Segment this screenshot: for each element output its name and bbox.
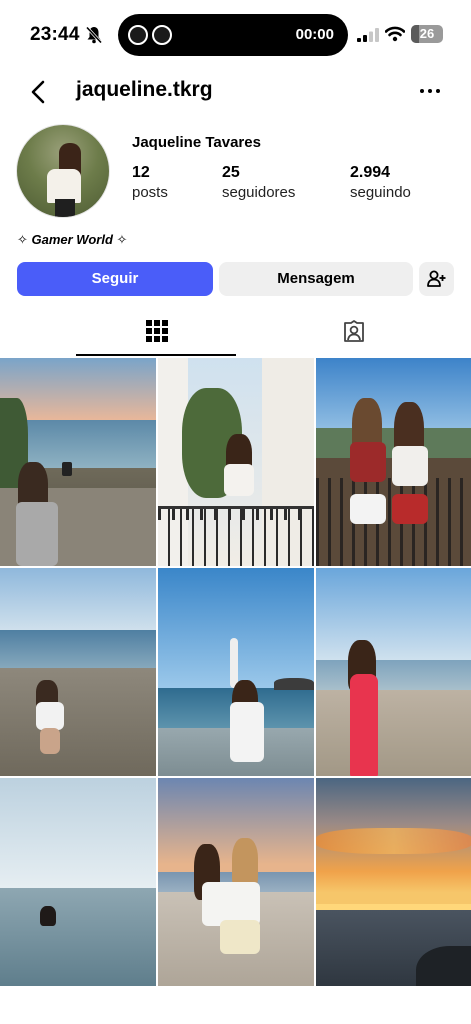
cellular-signal-icon: [357, 28, 379, 42]
stat-posts-label: posts: [132, 184, 168, 201]
post-thumbnail[interactable]: [158, 568, 314, 776]
post-thumbnail[interactable]: [158, 778, 314, 986]
profile-username: jaqueline.tkrg: [76, 78, 213, 101]
stat-followers-label: seguidores: [222, 184, 296, 201]
stat-followers[interactable]: 25 seguidores: [222, 164, 295, 201]
tab-tagged[interactable]: [272, 310, 432, 356]
profile-bio: ✧ Gamer World ✧: [17, 232, 128, 247]
stat-following[interactable]: 2.994 seguindo: [350, 164, 411, 201]
app-logo-icon: [152, 25, 172, 45]
stat-followers-value: 25: [222, 164, 240, 181]
battery-indicator: 26: [411, 25, 443, 43]
island-timer: 00:00: [295, 26, 334, 43]
status-bar: 23:44 00:00 26: [0, 0, 471, 66]
posts-grid: [0, 358, 471, 986]
stat-posts[interactable]: 12 posts: [132, 164, 168, 201]
avatar[interactable]: [16, 124, 110, 218]
profile-tabs: [0, 310, 471, 358]
post-thumbnail[interactable]: [316, 568, 471, 776]
more-horizontal-icon[interactable]: [418, 86, 442, 96]
battery-level: 26: [419, 26, 435, 41]
stat-following-value: 2.994: [350, 164, 391, 181]
profile-header: jaqueline.tkrg: [0, 70, 471, 114]
post-thumbnail[interactable]: [0, 358, 156, 566]
suggested-users-button[interactable]: [419, 262, 454, 296]
wifi-icon: [385, 26, 405, 42]
chevron-left-icon[interactable]: [30, 80, 46, 104]
display-name: Jaqueline Tavares: [132, 134, 261, 151]
post-thumbnail[interactable]: [0, 568, 156, 776]
message-button[interactable]: Mensagem: [219, 262, 413, 296]
dynamic-island: 00:00: [118, 14, 348, 56]
stat-following-label: seguindo: [350, 184, 411, 201]
post-thumbnail[interactable]: [316, 778, 471, 986]
tab-posts-grid[interactable]: [76, 310, 236, 356]
follow-button[interactable]: Seguir: [17, 262, 213, 296]
tagged-person-icon: [344, 320, 364, 342]
stat-posts-value: 12: [132, 164, 150, 181]
grid-icon: [146, 320, 168, 342]
status-time: 23:44: [30, 24, 80, 45]
bell-muted-icon: [86, 26, 102, 44]
post-thumbnail[interactable]: [316, 358, 471, 566]
app-logo-icon: [128, 25, 148, 45]
add-user-icon: [427, 270, 446, 287]
post-thumbnail[interactable]: [0, 778, 156, 986]
post-thumbnail[interactable]: [158, 358, 314, 566]
